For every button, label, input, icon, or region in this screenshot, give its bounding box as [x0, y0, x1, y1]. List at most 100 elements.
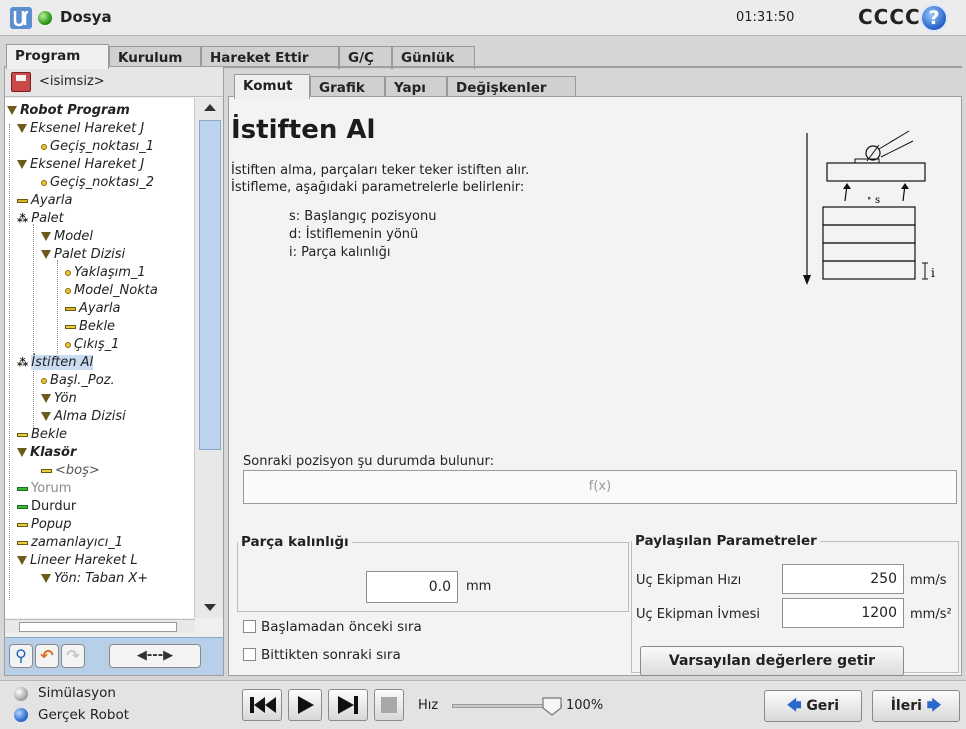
tree-node[interactable]: Bekle [17, 426, 67, 444]
top-bar: Dosya 01:31:50 CCCC ? [0, 0, 966, 36]
set-icon [17, 198, 28, 203]
tree-node[interactable]: zamanlayıcı_1 [17, 534, 123, 552]
tree-node[interactable]: Durdur [17, 498, 76, 516]
tool-speed-label: Uç Ekipman Hızı [636, 573, 742, 588]
tree-node[interactable]: Model [41, 228, 93, 246]
tree-node[interactable]: Yorum [17, 480, 71, 498]
tool-acceleration-unit: mm/s² [910, 607, 952, 622]
tool-speed-input[interactable]: 250 [782, 564, 904, 594]
set-icon [65, 306, 76, 311]
ur-logo-icon [10, 7, 32, 29]
redo-icon[interactable]: ↷ [61, 644, 85, 668]
tree-node[interactable]: Model_Nokta [65, 282, 158, 300]
stop-icon [381, 697, 397, 713]
tree-node[interactable]: Ayarla [65, 300, 120, 318]
checkbox-icon[interactable] [243, 620, 256, 633]
tree-horizontal-scrollbar[interactable] [5, 619, 195, 633]
play-icon [298, 696, 314, 714]
part-thickness-input[interactable]: 0.0 [366, 571, 458, 603]
tree-node[interactable]: Eksenel Hareket J [17, 156, 144, 174]
before-sequence-checkbox[interactable]: Başlamadan önceki sıra [243, 619, 422, 635]
tree-node[interactable]: ⁂ Palet [17, 210, 64, 228]
tree-node[interactable]: Bekle [65, 318, 115, 336]
next-position-expression[interactable]: f(x) [243, 470, 957, 504]
tree-node[interactable]: Yön [41, 390, 77, 408]
rewind-icon [250, 697, 276, 713]
tree-connector [57, 260, 58, 368]
timer-icon [17, 540, 28, 545]
speed-label: Hız [418, 698, 439, 713]
tree-node[interactable]: <boş> [41, 462, 100, 480]
page-title: İstiften Al [231, 115, 376, 145]
tree-node[interactable]: Klasör [17, 444, 76, 462]
save-icon[interactable] [11, 72, 31, 92]
after-sequence-checkbox[interactable]: Bittikten sonraki sıra [243, 647, 401, 663]
empty-icon [41, 468, 52, 473]
tree-node[interactable]: Eksenel Hareket J [17, 120, 144, 138]
halt-icon [17, 504, 28, 509]
arrow-right-icon: 🡆 [926, 698, 942, 714]
speed-slider-handle[interactable] [541, 696, 563, 716]
pallet-icon: ⁂ [17, 212, 29, 225]
before-sequence-label: Başlamadan önceki sıra [261, 619, 422, 635]
tree-node[interactable]: Geçiş_noktası_1 [41, 138, 154, 156]
tool-acceleration-input[interactable]: 1200 [782, 598, 904, 628]
wait-icon [65, 324, 76, 329]
next-button[interactable]: İleri 🡆 [872, 690, 960, 722]
play-button[interactable] [288, 689, 322, 721]
scroll-up-icon[interactable] [204, 104, 216, 111]
wait-icon [17, 432, 28, 437]
tree-node[interactable]: Alma Dizisi [41, 408, 126, 426]
command-panel: İstiften Al İstiften alma, parçaları tek… [228, 96, 962, 676]
triangle-icon [17, 160, 27, 169]
tree-node[interactable]: Başl._Poz. [41, 372, 115, 390]
param-description: s: Başlangıç pozisyonu [289, 209, 437, 224]
tree-node[interactable]: Ayarla [17, 192, 72, 210]
scroll-down-icon[interactable] [204, 604, 216, 611]
tree-node[interactable]: Palet Dizisi [41, 246, 125, 264]
program-tree-panel: <isimsiz> Robot Program Eksenel Hareket … [4, 66, 224, 676]
tree-node-robot-program[interactable]: Robot Program [7, 102, 130, 120]
triangle-icon [17, 556, 27, 565]
program-tree[interactable]: Robot Program Eksenel Hareket J Geçiş_no… [5, 98, 195, 618]
triangle-icon [41, 394, 51, 403]
undo-icon[interactable]: ↶ [35, 644, 59, 668]
param-description: i: Parça kalınlığı [289, 245, 391, 260]
tree-node[interactable]: Çıkış_1 [65, 336, 119, 354]
waypoint-icon [41, 179, 47, 186]
tab-program[interactable]: Program [6, 44, 109, 69]
rewind-button[interactable] [242, 689, 282, 721]
simulation-radio-icon[interactable] [14, 687, 28, 701]
reset-defaults-button[interactable]: Varsayılan değerlere getir [640, 646, 904, 676]
waypoint-icon [65, 287, 71, 294]
next-position-label: Sonraki pozisyon şu durumda bulunur: [243, 454, 495, 469]
real-robot-radio-icon[interactable] [14, 708, 28, 722]
tab-command[interactable]: Komut [234, 74, 310, 99]
scroll-thumb[interactable] [19, 622, 177, 632]
back-button[interactable]: 🡄 Geri [764, 690, 862, 722]
help-icon[interactable]: ? [920, 4, 948, 32]
tree-node[interactable]: Yön: Taban X+ [41, 570, 148, 588]
checkbox-icon[interactable] [243, 648, 256, 661]
tree-connector [9, 124, 10, 600]
search-icon[interactable]: ⚲ [9, 644, 33, 668]
move-node-icon[interactable]: ◀---▶ [109, 644, 201, 668]
tree-node[interactable]: Popup [17, 516, 72, 534]
tree-node[interactable]: Lineer Hareket L [17, 552, 138, 570]
step-button[interactable] [328, 689, 368, 721]
description-line: İstifleme, aşağıdaki parametrelerle beli… [231, 180, 525, 195]
tool-acceleration-label: Uç Ekipman İvmesi [636, 607, 760, 622]
waypoint-icon [65, 341, 71, 348]
stop-button[interactable] [374, 689, 404, 721]
tree-node[interactable]: Yaklaşım_1 [65, 264, 146, 282]
triangle-icon [41, 574, 51, 583]
simulation-label[interactable]: Simülasyon [38, 685, 116, 701]
tree-node[interactable]: Geçiş_noktası_2 [41, 174, 154, 192]
shared-parameters-legend: Paylaşılan Parametreler [635, 533, 817, 549]
real-robot-label[interactable]: Gerçek Robot [38, 707, 129, 723]
step-icon [338, 696, 358, 714]
shared-parameters-group: Paylaşılan Parametreler Uç Ekipman Hızı … [631, 533, 959, 676]
tree-node-selected[interactable]: ⁂ İstiften Al [17, 354, 94, 372]
scroll-thumb[interactable] [199, 120, 221, 450]
tree-vertical-scrollbar[interactable] [195, 98, 223, 618]
